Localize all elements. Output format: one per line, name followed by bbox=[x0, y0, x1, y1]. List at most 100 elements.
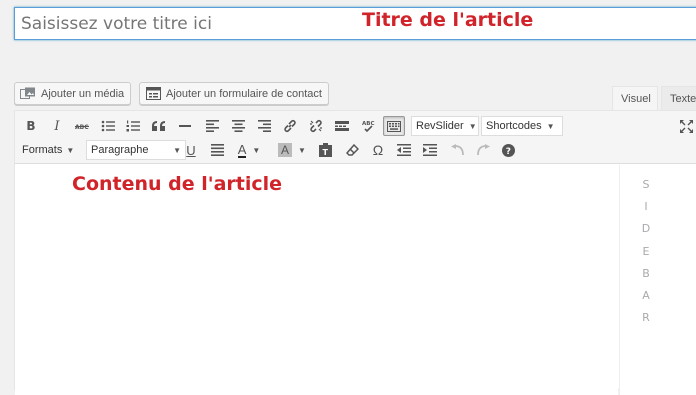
sidebar-letter: R bbox=[642, 311, 650, 325]
align-left-icon bbox=[205, 120, 219, 132]
formats-dropdown[interactable]: Formats ▼ bbox=[22, 140, 74, 160]
svg-text:ABC: ABC bbox=[75, 124, 89, 131]
add-media-button[interactable]: Ajouter un média bbox=[14, 82, 131, 105]
post-title-input[interactable] bbox=[15, 8, 696, 39]
outdent-button[interactable] bbox=[393, 140, 415, 160]
distraction-free-button[interactable] bbox=[675, 116, 696, 136]
add-media-label: Ajouter un média bbox=[41, 87, 125, 100]
indent-button[interactable] bbox=[419, 140, 441, 160]
remove-link-button[interactable] bbox=[305, 116, 327, 136]
background-color-icon: A bbox=[278, 143, 293, 157]
text-color-button[interactable]: A ▼ bbox=[233, 140, 265, 160]
align-right-icon bbox=[257, 120, 271, 132]
undo-button[interactable] bbox=[446, 140, 468, 160]
shortcodes-label: Shortcodes bbox=[486, 120, 542, 132]
sidebar-letter: D bbox=[641, 222, 651, 236]
chevron-down-icon: ▼ bbox=[546, 121, 555, 131]
paste-text-icon: T bbox=[318, 143, 332, 157]
revslider-dropdown[interactable]: RevSlider ▼ bbox=[411, 116, 479, 136]
tab-text-label: Texte bbox=[670, 92, 696, 105]
spellcheck-button[interactable]: ABC bbox=[357, 116, 379, 136]
fullscreen-icon bbox=[679, 119, 693, 133]
add-contact-form-label: Ajouter un formulaire de contact bbox=[166, 87, 322, 100]
text-color-icon: A bbox=[237, 141, 247, 158]
chevron-down-icon: ▼ bbox=[66, 145, 75, 155]
media-icon bbox=[20, 87, 36, 101]
clear-formatting-button[interactable] bbox=[341, 140, 363, 160]
underline-button[interactable]: U bbox=[180, 140, 202, 160]
bold-icon: B bbox=[26, 119, 36, 133]
outdent-icon bbox=[397, 144, 411, 156]
svg-text:?: ? bbox=[505, 147, 510, 157]
align-left-button[interactable] bbox=[201, 116, 223, 136]
underline-icon: U bbox=[186, 142, 196, 158]
sidebar-letter: B bbox=[642, 266, 650, 280]
unlink-icon bbox=[310, 119, 322, 133]
tab-visual-label: Visuel bbox=[621, 92, 651, 105]
numbered-list-icon bbox=[126, 120, 140, 132]
numbered-list-button[interactable] bbox=[122, 116, 144, 136]
bullet-list-icon bbox=[101, 120, 115, 132]
keyboard-shortcuts-button[interactable]: ? bbox=[497, 140, 519, 160]
redo-icon bbox=[476, 144, 490, 156]
editor-toolbar: B I ABC ABC RevSlider ▼ Shortcodes ▼ For… bbox=[15, 111, 696, 164]
special-character-button[interactable]: Ω bbox=[367, 140, 389, 160]
chevron-down-icon: ▼ bbox=[468, 121, 477, 131]
spellcheck-icon: ABC bbox=[362, 121, 375, 133]
keyboard-icon bbox=[387, 120, 401, 132]
strikethrough-icon: ABC bbox=[75, 124, 89, 131]
sidebar-letter: A bbox=[642, 288, 650, 302]
tab-visual[interactable]: Visuel bbox=[612, 86, 658, 110]
indent-icon bbox=[423, 144, 437, 156]
strikethrough-button[interactable]: ABC bbox=[71, 116, 93, 136]
justify-icon bbox=[210, 144, 224, 156]
align-right-button[interactable] bbox=[253, 116, 275, 136]
blockquote-button[interactable] bbox=[148, 116, 170, 136]
bold-button[interactable]: B bbox=[20, 116, 42, 136]
eraser-icon bbox=[345, 143, 359, 156]
italic-icon: I bbox=[54, 118, 60, 134]
sidebar-letters: S I D E B A R bbox=[639, 174, 653, 329]
bullet-list-button[interactable] bbox=[97, 116, 119, 136]
background-color-button[interactable]: A ▼ bbox=[275, 140, 309, 160]
help-icon: ? bbox=[501, 143, 515, 157]
horizontal-line-icon bbox=[179, 125, 191, 127]
svg-text:ABC: ABC bbox=[362, 121, 375, 127]
quote-icon bbox=[152, 121, 165, 131]
toolbar-toggle-button[interactable] bbox=[383, 116, 405, 136]
sidebar-letter: S bbox=[642, 178, 650, 191]
read-more-button[interactable] bbox=[331, 116, 353, 136]
shortcodes-dropdown[interactable]: Shortcodes ▼ bbox=[481, 116, 563, 136]
align-center-icon bbox=[231, 120, 245, 132]
sidebar-letter: E bbox=[642, 244, 650, 258]
paragraph-format-label: Paragraphe bbox=[91, 144, 149, 156]
paragraph-format-dropdown[interactable]: Paragraphe ▼ bbox=[86, 140, 186, 160]
link-icon bbox=[284, 119, 296, 133]
read-more-icon bbox=[335, 121, 349, 131]
content-area[interactable] bbox=[15, 165, 618, 395]
editor: B I ABC ABC RevSlider ▼ Shortcodes ▼ For… bbox=[14, 110, 696, 395]
paste-as-text-button[interactable]: T bbox=[314, 140, 336, 160]
toolbar-row-2: Formats ▼ Paragraphe ▼ U A ▼ A ▼ T Ω ? bbox=[15, 138, 696, 162]
sidebar-letter: I bbox=[644, 200, 648, 214]
tab-text[interactable]: Texte bbox=[661, 86, 696, 110]
sidebar-panel: S I D E B A R bbox=[619, 165, 696, 395]
svg-text:T: T bbox=[322, 148, 328, 157]
title-annotation: Titre de l'article bbox=[362, 9, 534, 31]
horizontal-line-button[interactable] bbox=[174, 116, 196, 136]
align-center-button[interactable] bbox=[227, 116, 249, 136]
formats-label: Formats bbox=[22, 144, 63, 156]
italic-button[interactable]: I bbox=[46, 116, 68, 136]
add-contact-form-button[interactable]: Ajouter un formulaire de contact bbox=[139, 82, 329, 105]
post-title-field[interactable] bbox=[14, 7, 696, 40]
chevron-down-icon: ▼ bbox=[252, 145, 261, 155]
redo-button[interactable] bbox=[472, 140, 494, 160]
omega-icon: Ω bbox=[372, 142, 384, 158]
undo-icon bbox=[450, 144, 464, 156]
content-annotation: Contenu de l'article bbox=[72, 173, 283, 195]
revslider-label: RevSlider bbox=[416, 120, 464, 132]
toolbar-row-1: B I ABC ABC RevSlider ▼ Shortcodes ▼ bbox=[15, 114, 696, 138]
insert-link-button[interactable] bbox=[279, 116, 301, 136]
justify-button[interactable] bbox=[206, 140, 228, 160]
form-icon bbox=[145, 87, 161, 101]
